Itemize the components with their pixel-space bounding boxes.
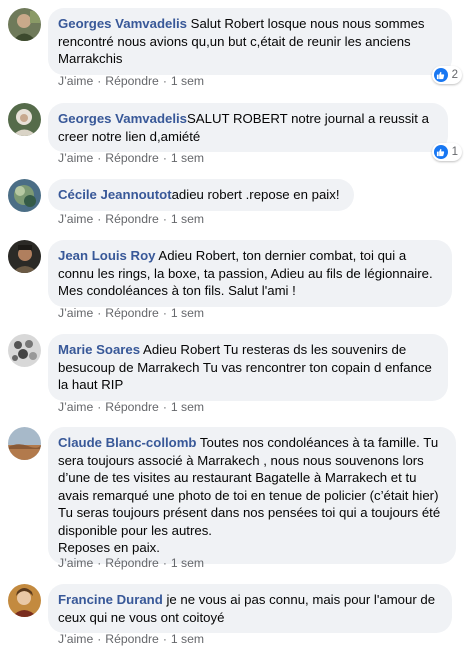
- reply-link[interactable]: Répondre: [105, 74, 159, 88]
- avatar[interactable]: [8, 179, 41, 212]
- reply-link[interactable]: Répondre: [105, 151, 159, 165]
- like-link[interactable]: J’aime: [58, 212, 93, 226]
- timestamp[interactable]: 1 sem: [171, 212, 204, 226]
- comment-bubble: Claude Blanc-collomb Toutes nos condoléa…: [48, 427, 456, 564]
- avatar[interactable]: [8, 334, 41, 367]
- comment-author[interactable]: Georges Vamvadelis: [58, 111, 187, 126]
- comment-text: Toutes nos condoléances à ta famille. Tu…: [58, 435, 441, 538]
- reaction-number: 1: [451, 146, 458, 158]
- reaction-count[interactable]: 2: [431, 66, 462, 84]
- reply-link[interactable]: Répondre: [105, 556, 159, 570]
- comment-bubble: Jean Louis Roy Adieu Robert, ton dernier…: [48, 240, 452, 307]
- like-link[interactable]: J’aime: [58, 306, 93, 320]
- comment-actions: J’aime · Répondre · 1 sem: [58, 632, 205, 646]
- like-icon: [433, 145, 448, 159]
- comment-actions: J’aime · Répondre · 1 sem: [58, 400, 205, 414]
- avatar[interactable]: [8, 8, 41, 41]
- comment-text-line2: Reposes en paix.: [58, 540, 160, 555]
- reply-link[interactable]: Répondre: [105, 400, 159, 414]
- comment-bubble: Georges VamvadelisSALUT ROBERT notre jou…: [48, 103, 448, 152]
- timestamp[interactable]: 1 sem: [171, 400, 204, 414]
- reaction-number: 2: [451, 69, 458, 81]
- comment-actions: J’aime · Répondre · 1 sem: [58, 74, 205, 88]
- timestamp[interactable]: 1 sem: [171, 556, 204, 570]
- comment-actions: J’aime · Répondre · 1 sem: [58, 212, 205, 226]
- like-icon: [433, 68, 448, 82]
- timestamp[interactable]: 1 sem: [171, 632, 204, 646]
- avatar[interactable]: [8, 240, 41, 273]
- like-link[interactable]: J’aime: [58, 151, 93, 165]
- comment-actions: J’aime · Répondre · 1 sem: [58, 556, 205, 570]
- reaction-count[interactable]: 1: [431, 143, 462, 161]
- comment-bubble: Georges Vamvadelis Salut Robert losque n…: [48, 8, 452, 75]
- like-link[interactable]: J’aime: [58, 400, 93, 414]
- timestamp[interactable]: 1 sem: [171, 74, 204, 88]
- comment-author[interactable]: Cécile Jeannoutot: [58, 187, 172, 202]
- comment-author[interactable]: Claude Blanc-collomb: [58, 435, 197, 450]
- timestamp[interactable]: 1 sem: [171, 151, 204, 165]
- comment-actions: J’aime · Répondre · 1 sem: [58, 151, 205, 165]
- comment-author[interactable]: Francine Durand: [58, 592, 163, 607]
- like-link[interactable]: J’aime: [58, 556, 93, 570]
- like-link[interactable]: J’aime: [58, 632, 93, 646]
- avatar[interactable]: [8, 584, 41, 617]
- avatar[interactable]: [8, 103, 41, 136]
- reply-link[interactable]: Répondre: [105, 632, 159, 646]
- comment-author[interactable]: Marie Soares: [58, 342, 140, 357]
- timestamp[interactable]: 1 sem: [171, 306, 204, 320]
- comment-bubble: Cécile Jeannoutotadieu robert .repose en…: [48, 179, 354, 211]
- comment-bubble: Marie Soares Adieu Robert Tu resteras ds…: [48, 334, 448, 401]
- avatar[interactable]: [8, 427, 41, 460]
- comment-actions: J’aime · Répondre · 1 sem: [58, 306, 205, 320]
- reply-link[interactable]: Répondre: [105, 306, 159, 320]
- reply-link[interactable]: Répondre: [105, 212, 159, 226]
- comment-author[interactable]: Georges Vamvadelis: [58, 16, 187, 31]
- comment-author[interactable]: Jean Louis Roy: [58, 248, 155, 263]
- like-link[interactable]: J’aime: [58, 74, 93, 88]
- comment-text: adieu robert .repose en paix!: [171, 187, 340, 202]
- comment-bubble: Francine Durand je ne vous ai pas connu,…: [48, 584, 452, 633]
